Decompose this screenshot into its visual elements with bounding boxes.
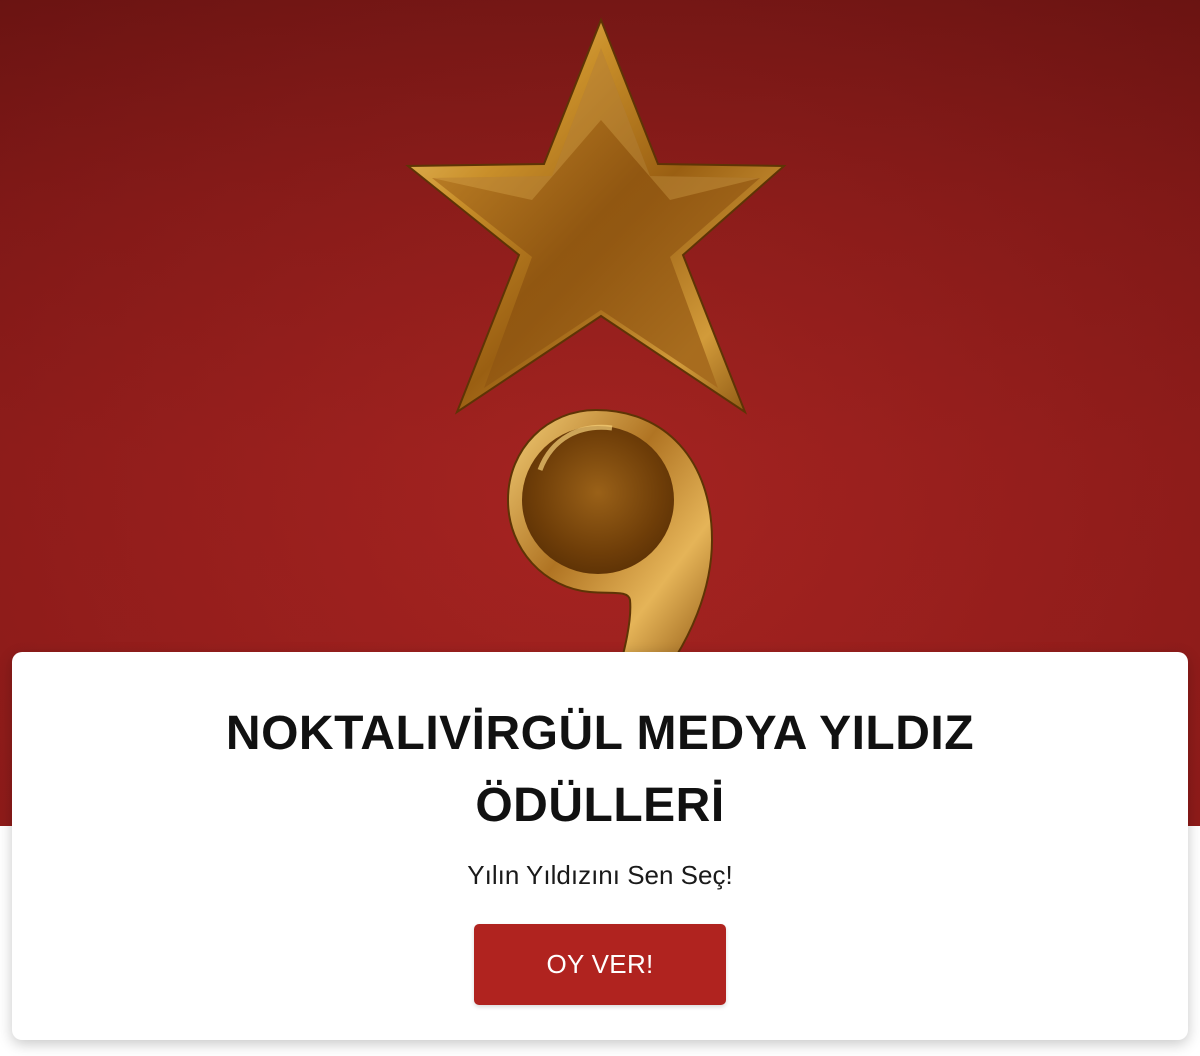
page: NOKTALIVİRGÜL MEDYA YILDIZ ÖDÜLLERİ Yılı… <box>0 0 1200 1056</box>
page-title: NOKTALIVİRGÜL MEDYA YILDIZ ÖDÜLLERİ <box>225 707 975 832</box>
vote-button[interactable]: OY VER! <box>474 924 726 1005</box>
vote-card: NOKTALIVİRGÜL MEDYA YILDIZ ÖDÜLLERİ Yılı… <box>12 652 1188 1040</box>
subtitle: Yılın Yıldızını Sen Seç! <box>467 860 733 890</box>
